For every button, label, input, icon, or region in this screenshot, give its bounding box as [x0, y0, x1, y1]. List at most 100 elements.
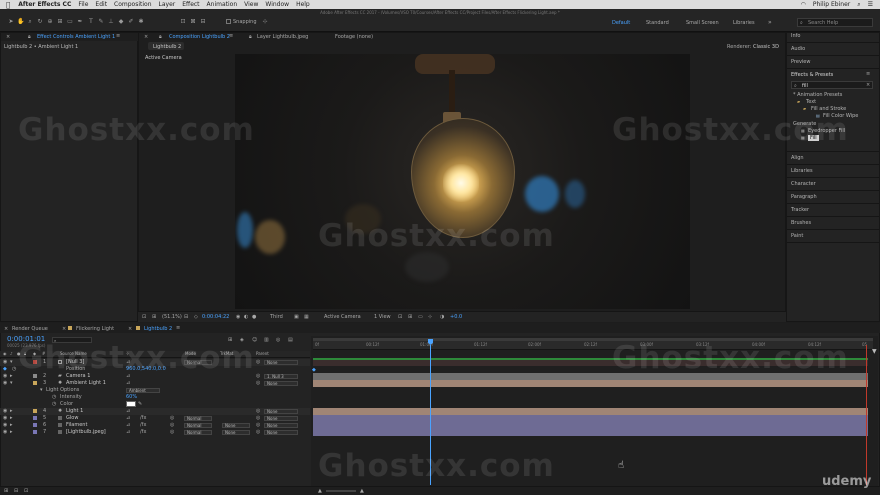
pan-behind-tool-icon[interactable]: ⊞ — [57, 19, 63, 25]
label-color-swatch[interactable] — [33, 416, 37, 420]
layer-bar-glow[interactable] — [313, 415, 868, 422]
panel-menu-icon[interactable]: ≡ — [116, 33, 120, 39]
layer-name[interactable]: Filament — [66, 422, 87, 428]
effects-search-input[interactable]: ⌕ fill × — [791, 81, 873, 89]
spotlight-icon[interactable]: ⌕ — [857, 1, 860, 9]
close-icon[interactable]: × — [62, 326, 66, 332]
composition-viewer[interactable] — [235, 54, 690, 309]
region-of-interest-icon[interactable]: ▣ — [294, 314, 299, 320]
label-color-swatch[interactable] — [33, 381, 37, 385]
parent-dropdown[interactable]: None — [264, 381, 298, 386]
clear-search-icon[interactable]: × — [866, 82, 870, 88]
label-color-swatch[interactable] — [33, 430, 37, 434]
3d-layer-icon[interactable]: ◎ — [170, 415, 174, 421]
zoom-slider[interactable] — [326, 490, 356, 492]
close-icon[interactable]: × — [6, 34, 10, 40]
panel-paragraph[interactable]: Paragraph — [791, 194, 817, 200]
tab-effect-controls[interactable]: Effect Controls Ambient Light 1 — [37, 34, 115, 40]
parent-pickwhip-icon[interactable]: ◎ — [256, 380, 260, 386]
panel-brushes[interactable]: Brushes — [791, 220, 811, 226]
panel-menu-icon[interactable]: ≡ — [176, 325, 180, 331]
3d-layer-icon[interactable]: ◎ — [170, 429, 174, 435]
pen-tool-icon[interactable]: ✒ — [77, 19, 83, 25]
panel-libraries[interactable]: Libraries — [791, 168, 813, 174]
stopwatch-icon[interactable]: ◷ — [52, 394, 56, 400]
header-parent[interactable]: Parent — [256, 351, 269, 356]
view-layout-dropdown[interactable]: 1 View — [374, 314, 391, 320]
layer-bar-ambient-light[interactable] — [313, 380, 868, 387]
effect-switch-icon[interactable]: /fx — [140, 422, 146, 428]
workspace-libraries[interactable]: Libraries — [733, 20, 755, 26]
close-icon[interactable]: × — [128, 326, 132, 332]
magnification-icon[interactable]: ⊡ — [142, 314, 146, 320]
workspace-small-screen[interactable]: Small Screen — [686, 20, 719, 26]
snap-options-icon[interactable]: ⊹ — [262, 19, 268, 25]
menu-file[interactable]: File — [78, 1, 88, 8]
toggle-in-out-icon[interactable]: ⊡ — [24, 488, 28, 494]
rotate-tool-icon[interactable]: ↻ — [37, 19, 43, 25]
search-help-field[interactable]: ⌕ Search Help — [797, 18, 873, 27]
comp-subtab-lightbulb-2[interactable]: Lightbulb 2 — [153, 44, 181, 50]
label-color-swatch[interactable] — [33, 409, 37, 413]
intensity-value[interactable]: 60% — [126, 394, 137, 400]
keyframe-nav-icon[interactable]: ◆ — [3, 366, 7, 372]
puppet-tool-icon[interactable]: ✱ — [138, 19, 144, 25]
eye-icon[interactable]: ◉ — [3, 359, 7, 365]
eye-icon[interactable]: ◉ — [3, 373, 7, 379]
tab-flickering-light[interactable]: Flickering Light — [76, 326, 114, 332]
eye-icon[interactable]: ◉ — [3, 408, 7, 414]
workspace-default[interactable]: Default — [612, 20, 630, 26]
tab-render-queue[interactable]: Render Queue — [12, 326, 48, 332]
layer-bar-filament[interactable] — [313, 422, 868, 429]
menu-effect[interactable]: Effect — [182, 1, 199, 8]
parent-pickwhip-icon[interactable]: ◎ — [256, 415, 260, 421]
label-color-swatch[interactable] — [33, 423, 37, 427]
snapshot-icon[interactable]: ◉ — [236, 314, 240, 320]
tab-layer-lightbulb[interactable]: Layer Lightbulb.jpeg — [257, 34, 308, 40]
expand-arrow-icon[interactable]: ▾ — [10, 359, 13, 365]
eraser-tool-icon[interactable]: ◆ — [118, 19, 124, 25]
mode-dropdown[interactable]: Normal — [184, 416, 212, 421]
shy-switch-icon[interactable]: ⊿ — [126, 429, 130, 435]
tree-text[interactable]: Text — [806, 99, 816, 105]
toggle-pixel-aspect-icon[interactable]: ⊡ — [398, 314, 402, 320]
parent-pickwhip-icon[interactable]: ◎ — [256, 422, 260, 428]
expand-arrow-icon[interactable]: ▾ — [40, 387, 43, 393]
table-row[interactable]: ◉ ▸ 6 Filament ⊿ /fx ◎ Normal None ◎ Non… — [0, 422, 310, 429]
panel-preview[interactable]: Preview — [791, 59, 810, 65]
current-time-display[interactable]: 0:00:04:22 — [202, 314, 229, 320]
camera-tool-icon[interactable]: ⊕ — [47, 19, 53, 25]
mask-toggle-icon[interactable]: ◇ — [194, 314, 198, 320]
comp-end-icon[interactable]: ▼ — [872, 348, 877, 355]
app-menu[interactable]: After Effects CC — [18, 1, 71, 8]
expand-arrow-icon[interactable]: ▸ — [10, 422, 13, 428]
layer-bar-light[interactable] — [313, 408, 868, 415]
parent-pickwhip-icon[interactable]: ◎ — [256, 429, 260, 435]
brush-tool-icon[interactable]: ✎ — [98, 19, 104, 25]
panel-align[interactable]: Align — [791, 155, 804, 161]
menu-window[interactable]: Window — [265, 1, 289, 8]
eyedropper-icon[interactable]: ✎ — [138, 401, 142, 407]
eye-icon[interactable]: ◉ — [3, 380, 7, 386]
expand-arrow-icon[interactable]: ▸ — [10, 429, 13, 435]
table-row[interactable]: ▾ Light Options Ambient — [0, 387, 310, 394]
workspace-overflow-icon[interactable]: » — [768, 19, 772, 26]
layer-bar-lightbulb[interactable] — [313, 429, 868, 436]
expand-arrow-icon[interactable]: ▸ — [10, 373, 13, 379]
timeline-icon[interactable]: ▭ — [418, 314, 423, 320]
parent-pickwhip-icon[interactable]: ◎ — [256, 359, 260, 365]
eye-icon[interactable]: ◉ — [3, 422, 7, 428]
parent-dropdown[interactable]: None — [264, 423, 298, 428]
align-icon[interactable]: ⊡ — [180, 19, 186, 25]
lock-icon[interactable]: 🔒︎ — [159, 34, 162, 40]
table-row[interactable]: ◉ ▸ 4 ✹ Light 1 ⊿ ◎ None — [0, 408, 310, 415]
roto-brush-tool-icon[interactable]: ✐ — [128, 19, 134, 25]
table-row[interactable]: ◉ ▸ 5 Glow ⊿ /fx ◎ Normal ◎ None — [0, 415, 310, 422]
table-row[interactable]: ◷ Color ✎ — [0, 401, 310, 408]
panel-tracker[interactable]: Tracker — [791, 207, 809, 213]
frame-blending-icon[interactable]: ▥ — [264, 337, 269, 343]
table-row[interactable]: ◷ Intensity 60% — [0, 394, 310, 401]
grid-icon[interactable]: ⊞ — [152, 314, 156, 320]
shy-switch-icon[interactable]: ⊿ — [126, 415, 130, 421]
shy-switch-icon[interactable]: ⊿ — [126, 408, 130, 414]
